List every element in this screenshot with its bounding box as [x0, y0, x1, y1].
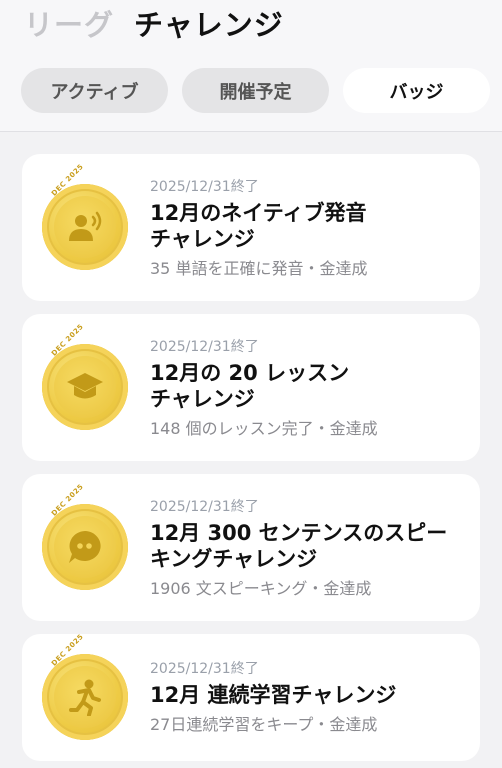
gold-medal-badge: DEC 2025: [42, 483, 128, 590]
end-date: 2025/12/31終了: [150, 179, 259, 195]
end-date: 2025/12/31終了: [150, 499, 259, 515]
medal-tag: DEC 2025: [50, 632, 86, 668]
challenge-title: 12月の 20 レッスン チャレンジ: [150, 361, 350, 411]
gold-medal-badge: DEC 2025: [42, 163, 128, 270]
segment-control: アクティブ 開催予定 バッジ: [21, 68, 490, 113]
tab-league[interactable]: リーグ: [24, 2, 114, 44]
running-person-icon: [69, 679, 101, 716]
end-date: 2025/12/31終了: [150, 661, 259, 677]
gold-medal-badge: DEC 2025: [42, 633, 128, 740]
graduation-cap-icon: [67, 373, 103, 399]
challenge-card[interactable]: DEC 2025 2025/12/31終了 12月 連続学習チャレンジ 27日連…: [22, 633, 480, 761]
segment-upcoming[interactable]: 開催予定: [182, 68, 329, 113]
segment-active[interactable]: アクティブ: [21, 68, 168, 113]
header: リーグ チャレンジ アクティブ 開催予定 バッジ: [0, 0, 502, 132]
challenge-card[interactable]: DEC 2025 2025/12/31終了 12月の 20 レッスン チャレンジ…: [22, 314, 480, 461]
medal-tag: DEC 2025: [50, 162, 86, 198]
challenge-subtitle: 148 個のレッスン完了・金達成: [150, 419, 378, 438]
challenge-subtitle: 27日連続学習をキープ・金達成: [150, 715, 378, 734]
top-tabs: リーグ チャレンジ: [24, 2, 284, 44]
medal-tag: DEC 2025: [50, 482, 86, 518]
speech-bubble-icon: [69, 531, 101, 563]
medal-tag: DEC 2025: [50, 322, 86, 358]
pronunciation-icon: [69, 211, 102, 241]
challenge-subtitle: 35 単語を正確に発音・金達成: [150, 259, 368, 278]
challenge-card[interactable]: DEC 2025 2025/12/31終了 12月 300 センテンスのスピー …: [22, 474, 480, 621]
segment-badges[interactable]: バッジ: [343, 68, 490, 113]
challenge-title: 12月 連続学習チャレンジ: [150, 683, 397, 707]
challenge-subtitle: 1906 文スピーキング・金達成: [150, 579, 372, 598]
challenge-title: 12月 300 センテンスのスピー キングチャレンジ: [150, 521, 448, 571]
gold-medal-badge: DEC 2025: [42, 323, 128, 430]
challenge-title: 12月のネイティブ発音 チャレンジ: [150, 201, 367, 251]
tab-challenge[interactable]: チャレンジ: [134, 2, 284, 44]
challenge-card[interactable]: DEC 2025 2025/12/31終了 12月のネイティブ発音 チャレンジ …: [22, 154, 480, 301]
end-date: 2025/12/31終了: [150, 339, 259, 355]
